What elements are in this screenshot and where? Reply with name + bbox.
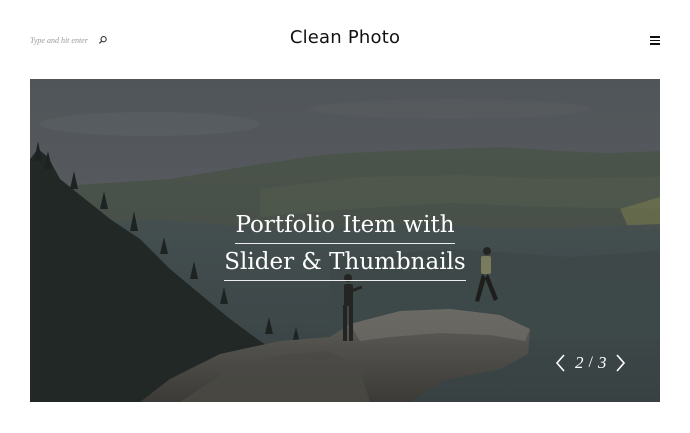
- chevron-right-icon[interactable]: [614, 353, 626, 373]
- site-header: Clean Photo: [0, 0, 690, 78]
- hero-title-line-2[interactable]: Slider & Thumbnails: [224, 244, 466, 281]
- hero-slider: Portfolio Item with Slider & Thumbnails …: [30, 79, 660, 402]
- slide-counter: 2 / 3: [575, 353, 606, 373]
- hero-title-line-1[interactable]: Portfolio Item with: [235, 207, 455, 244]
- slide-current: 2: [575, 353, 584, 372]
- slider-navigation: 2 / 3: [555, 351, 626, 375]
- slide-separator: /: [588, 354, 593, 371]
- hero-title[interactable]: Portfolio Item with Slider & Thumbnails: [30, 207, 660, 281]
- hamburger-icon[interactable]: [650, 35, 660, 45]
- slide-total: 3: [597, 353, 607, 372]
- chevron-left-icon[interactable]: [555, 353, 567, 373]
- site-title[interactable]: Clean Photo: [0, 26, 690, 50]
